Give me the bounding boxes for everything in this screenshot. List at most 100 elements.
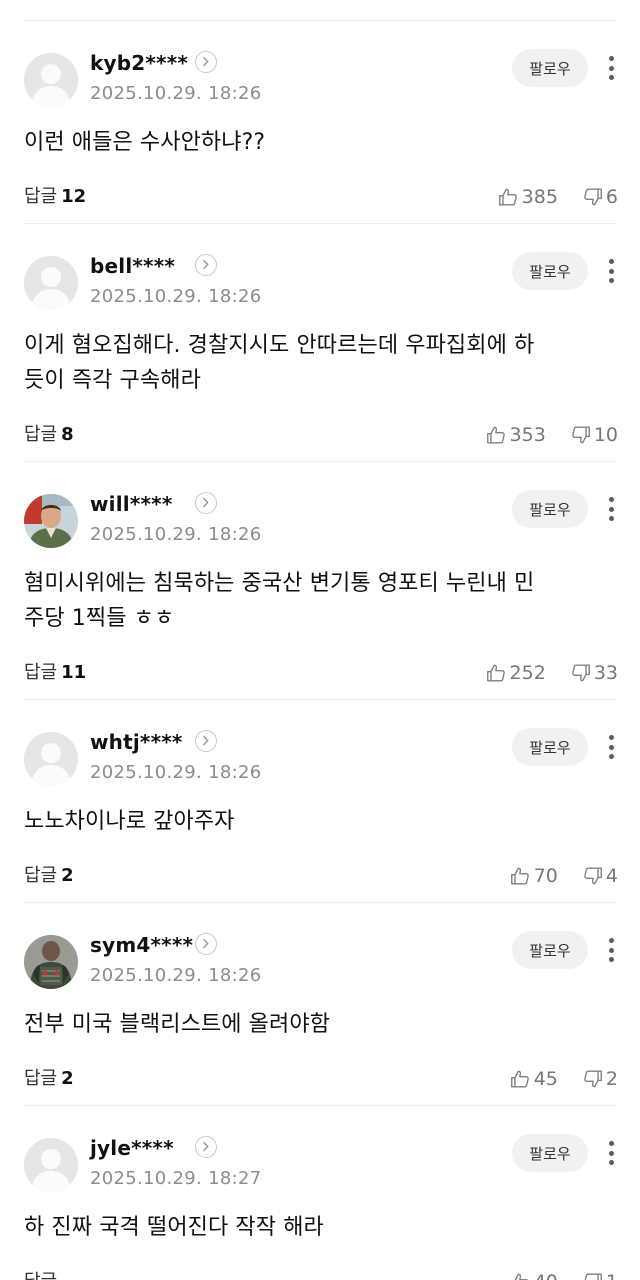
avatar[interactable] [24,53,78,107]
comment-text-line: 듯이 즉각 구속해라 [24,368,201,393]
reply-count: 2 [61,865,74,886]
avatar[interactable] [24,256,78,310]
comment-text-line: 혐미시위에는 침묵하는 중국산 변기통 영포티 누린내 민 [24,571,535,596]
more-vertical-icon[interactable] [602,53,620,83]
comment-item: sym4**** 2025.10.29. 18:26 팔로우 전부 미국 블랙리… [0,903,640,1106]
thumbs-down-icon [572,426,590,444]
comment-text-line: 하 진짜 국격 떨어진다 작작 해라 [24,1215,324,1240]
comment-item: whtj**** 2025.10.29. 18:26 팔로우 노노차이나로 갚아… [0,700,640,903]
like-count: 70 [533,865,558,887]
dislike-button[interactable]: 1 [582,1271,618,1280]
reply-button[interactable]: 답글 2 [24,861,74,891]
chevron-right-icon[interactable] [195,254,217,276]
reply-label: 답글 [24,662,58,683]
thumbs-down-icon [584,1070,602,1088]
timestamp: 2025.10.29. 18:26 [90,524,262,545]
dislike-button[interactable]: 2 [582,1068,618,1090]
reply-button[interactable]: 답글 [24,1267,61,1280]
thumbs-up-icon [511,1273,528,1280]
avatar[interactable] [24,935,78,989]
dislike-count: 6 [605,186,618,208]
username[interactable]: whtj**** [90,730,183,754]
like-count: 385 [521,186,558,208]
username[interactable]: will**** [90,492,172,516]
username[interactable]: jyle**** [90,1136,174,1160]
comment-footer: 답글 2 70 4 [24,861,618,891]
comment-item: jyle**** 2025.10.29. 18:27 팔로우 하 진짜 국격 떨… [0,1106,640,1280]
reply-label: 답글 [24,424,58,445]
follow-button[interactable]: 팔로우 [512,490,588,528]
timestamp: 2025.10.29. 18:26 [90,965,262,986]
dislike-button[interactable]: 4 [582,865,618,887]
reply-label: 답글 [24,1068,58,1089]
chevron-right-icon[interactable] [195,51,217,73]
follow-button[interactable]: 팔로우 [512,252,588,290]
reply-label: 답글 [24,1271,57,1280]
more-vertical-icon[interactable] [602,935,620,965]
follow-button[interactable]: 팔로우 [512,931,588,969]
dislike-button[interactable]: 10 [570,424,618,446]
avatar[interactable] [24,494,78,548]
thumbs-up-icon [498,188,517,206]
username[interactable]: kyb2**** [90,51,188,75]
vote-group: 353 10 [485,420,618,450]
timestamp: 2025.10.29. 18:26 [90,83,262,104]
like-count: 40 [534,1271,558,1280]
reply-button[interactable]: 답글 12 [24,182,86,212]
reply-button[interactable]: 답글 8 [24,420,74,450]
comment-footer: 답글 11 252 33 [24,658,618,688]
username[interactable]: sym4**** [90,933,193,957]
comment-item: bell**** 2025.10.29. 18:26 팔로우 이게 혐오집해다.… [0,224,640,462]
vote-group: 45 2 [509,1064,618,1094]
comment-text: 이런 애들은 수사안하냐?? [24,125,584,160]
like-button[interactable]: 40 [509,1271,558,1280]
reply-button[interactable]: 답글 2 [24,1064,74,1094]
username[interactable]: bell**** [90,254,175,278]
comment-footer: 답글 12 385 6 [24,182,618,212]
chevron-right-icon[interactable] [195,933,217,955]
like-button[interactable]: 385 [497,186,558,208]
like-button[interactable]: 353 [485,424,546,446]
more-vertical-icon[interactable] [602,732,620,762]
comment-text: 혐미시위에는 침묵하는 중국산 변기통 영포티 누린내 민주당 1찍들 ㅎㅎ [24,566,584,636]
chevron-right-icon[interactable] [195,1136,217,1158]
like-button[interactable]: 45 [509,1068,558,1090]
vote-group: 70 4 [509,861,618,891]
like-button[interactable]: 252 [485,662,546,684]
more-vertical-icon[interactable] [602,256,620,286]
comment-text-line: 주당 1찍들 ㅎㅎ [24,606,175,631]
dislike-count: 1 [606,1271,618,1280]
comment-footer: 답글 8 353 10 [24,420,618,450]
more-vertical-icon[interactable] [602,494,620,524]
reply-count: 2 [61,1068,74,1089]
comment-footer: 답글 40 1 [24,1267,618,1280]
reply-label: 답글 [24,865,58,886]
reply-count: 8 [61,424,74,445]
avatar[interactable] [24,1138,78,1192]
dislike-count: 2 [605,1068,618,1090]
comment-text-line: 전부 미국 블랙리스트에 올려야함 [24,1012,331,1037]
follow-button[interactable]: 팔로우 [512,49,588,87]
dislike-count: 33 [593,662,618,684]
like-button[interactable]: 70 [509,865,558,887]
vote-group: 40 1 [509,1267,618,1280]
timestamp: 2025.10.29. 18:26 [90,286,262,307]
follow-button[interactable]: 팔로우 [512,728,588,766]
dislike-button[interactable]: 33 [570,662,618,684]
dislike-count: 10 [593,424,618,446]
follow-button[interactable]: 팔로우 [512,1134,588,1172]
avatar[interactable] [24,732,78,786]
comment-text: 이게 혐오집해다. 경찰지시도 안따르는데 우파집회에 하 듯이 즉각 구속해라 [24,328,584,398]
reply-count: 12 [61,186,87,207]
timestamp: 2025.10.29. 18:27 [90,1168,262,1189]
reply-count: 11 [61,662,87,683]
chevron-right-icon[interactable] [195,730,217,752]
like-count: 252 [509,662,546,684]
more-vertical-icon[interactable] [602,1138,620,1168]
comment-footer: 답글 2 45 2 [24,1064,618,1094]
like-count: 45 [533,1068,558,1090]
dislike-button[interactable]: 6 [582,186,618,208]
thumbs-up-icon [510,867,529,885]
reply-button[interactable]: 답글 11 [24,658,86,688]
chevron-right-icon[interactable] [195,492,217,514]
